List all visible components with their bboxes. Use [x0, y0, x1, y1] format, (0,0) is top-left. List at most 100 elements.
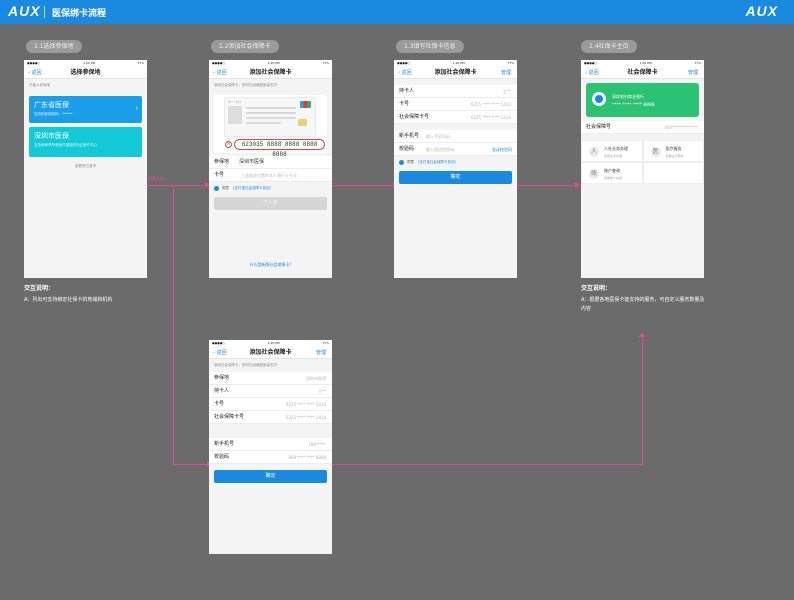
- service-hr[interactable]: 人 人社业务办理 查看业务办理: [581, 140, 643, 162]
- flow-label: 查看选择: [148, 176, 164, 181]
- area-name: 广东省医保: [34, 101, 69, 109]
- agreement-link[interactable]: 《支付宝社会保障卡协议》: [231, 186, 273, 191]
- area-card-guangdong[interactable]: 广东省医保 支持的参保机构：****** ›: [29, 96, 142, 123]
- arrow-up: [639, 332, 645, 337]
- agree-label: 同意: [407, 160, 414, 164]
- signal-icon: ●●●●○: [397, 61, 411, 65]
- confirm-button[interactable]: 确定: [399, 171, 512, 184]
- signal-icon: ●●●●○: [212, 61, 226, 65]
- next-button[interactable]: 下一步: [214, 197, 327, 210]
- area-name: 深圳市医保: [34, 132, 69, 140]
- row-label: 卡号: [214, 172, 225, 178]
- close-icon: ×: [225, 141, 232, 148]
- row-label: 社会保障卡号: [399, 114, 430, 120]
- nav-bar: ‹ 返回 添加社会保障卡: [209, 67, 332, 79]
- manage-button[interactable]: 管理: [316, 347, 326, 359]
- agreement-row[interactable]: 同意 《支付宝社会保障卡协议》: [209, 182, 332, 195]
- row-label: 校验码: [214, 454, 230, 460]
- social-card[interactable]: 深圳农村商业银行 **** **** **** 8888: [586, 83, 699, 117]
- code-input[interactable]: 888 **** **** 8888: [288, 451, 326, 464]
- manage-button[interactable]: 管理: [688, 67, 698, 79]
- send-code-button[interactable]: 发送校验码: [492, 143, 512, 156]
- row-value: 6225 **** **** 1414: [470, 115, 511, 120]
- section-hint: 添加社会保障卡，即可在线缴费医保支付: [214, 83, 277, 87]
- status-bar: ●●●●○ ︎ 1:20 PM 77%: [24, 60, 147, 67]
- row-value: 6225 **** **** 1414: [470, 102, 511, 107]
- row-phone[interactable]: 新手机号 186*****: [209, 438, 332, 451]
- row-social-number: 社会保障卡号 6225 **** **** 1414: [394, 111, 517, 124]
- section-hint: 添加社会保障卡，即可在线缴费医保支付: [214, 363, 277, 367]
- status-time: 1:20 PM: [267, 341, 280, 345]
- screen-select-area: ●●●●○ ︎ 1:20 PM 77% ‹ 返回 选择参保地 已接入参保地 广东…: [24, 60, 147, 278]
- agreement-row[interactable]: 同意 《支付宝社会保障卡协议》: [394, 156, 517, 169]
- nav-bar: ‹ 返回 选择参保地: [24, 67, 147, 79]
- connector-branch-down: [173, 185, 174, 464]
- card-number-input[interactable]: 上面描述位置的本人银行卡卡号: [241, 169, 297, 182]
- note-title: 交互说明：: [24, 285, 55, 292]
- step-label-3: 1.3填写社保卡信息: [396, 40, 464, 53]
- row-code[interactable]: 校验码 输入短信校验码 发送校验码: [394, 143, 517, 156]
- account-icon: 账: [589, 169, 599, 179]
- person-icon: 人: [589, 147, 599, 157]
- status-bar: ●●●●○ 1:20 PM 77%: [394, 60, 517, 67]
- service-subtitle: 查看账户余额: [604, 176, 623, 180]
- service-medical[interactable]: 医 医疗服务 查看医疗服务: [642, 140, 704, 162]
- row-value: 6225 **** **** 1414: [285, 402, 326, 407]
- battery-text: 77%: [507, 61, 514, 65]
- battery-text: 77%: [322, 341, 329, 345]
- row-label: 新手机号: [214, 441, 235, 447]
- nav-title: 添加社会保障卡: [249, 349, 292, 356]
- row-social-number: 社会保障号 440*************: [581, 121, 704, 134]
- faq-link[interactable]: 什么是新版社会保障卡?: [209, 262, 332, 268]
- area-desc: 支持的参保机构：******: [34, 112, 73, 116]
- service-account[interactable]: 账 账户查询 查看账户余额: [581, 162, 643, 184]
- status-time: 1:20 PM: [452, 61, 465, 65]
- aux-logo: AUX: [8, 3, 41, 19]
- card-text-lines: [246, 107, 296, 127]
- row-label: 卡号: [399, 101, 410, 107]
- status-bar: ●●●●○ 1:20 PM 77%: [581, 60, 704, 67]
- row-card-number: 卡号 6225 **** **** 1414: [209, 398, 332, 411]
- nav-bar: ‹ 返回 添加社会保障卡 管理: [209, 347, 332, 359]
- battery-text: 77%: [322, 61, 329, 65]
- row-card-number[interactable]: 卡号 上面描述位置的本人银行卡卡号: [209, 169, 332, 182]
- checkbox-checked-icon[interactable]: [399, 160, 404, 165]
- confirm-button[interactable]: 确定: [214, 470, 327, 483]
- row-label: 持卡人: [214, 388, 230, 394]
- code-input[interactable]: 输入短信校验码: [426, 143, 454, 156]
- nav-title: 添加社会保障卡: [249, 69, 292, 76]
- manage-button[interactable]: 管理: [501, 67, 511, 79]
- connector-up: [642, 336, 643, 465]
- photo-placeholder: [228, 106, 242, 124]
- phone-input[interactable]: 输入手机号码: [426, 130, 450, 143]
- agreement-link[interactable]: 《支付宝社会保障卡协议》: [416, 160, 458, 165]
- note-body: A：根据各地医保卡能支持的服务，可自定义服务数量及内容: [581, 297, 705, 312]
- row-label: 社会保障卡号: [214, 414, 245, 420]
- row-value: 王**: [503, 89, 511, 94]
- nav-title: 社会保障卡: [627, 69, 658, 76]
- card-number-highlight: 623035 8888 8888 8888 8888: [234, 139, 325, 158]
- more-areas-link[interactable]: 查看其它省市: [24, 157, 147, 169]
- row-label: 参保地: [214, 375, 230, 381]
- area-card-shenzhen[interactable]: 深圳市医保 支持深圳市所有医疗保险的社区医疗中心: [29, 127, 142, 157]
- row-value: 王**: [318, 389, 326, 394]
- note-body: A：列出可支持绑定社保卡的地域和机构: [24, 297, 113, 303]
- connector-1-2: [146, 185, 206, 186]
- row-label: 校验码: [399, 146, 415, 152]
- service-subtitle: 查看医疗服务: [665, 154, 684, 158]
- chevron-right-icon: ›: [135, 105, 138, 112]
- page-title: 医保绑卡流程: [52, 9, 107, 19]
- nav-bar: ‹ 返回 添加社会保障卡 管理: [394, 67, 517, 79]
- battery-text: 77%: [137, 61, 144, 65]
- signal-icon: ●●●●○ ︎: [27, 61, 42, 65]
- card-number: **** **** **** 8888: [612, 103, 655, 108]
- row-label: 卡号: [214, 401, 225, 407]
- phone-input[interactable]: 186*****: [308, 438, 326, 451]
- checkbox-checked-icon[interactable]: [214, 186, 219, 191]
- row-phone[interactable]: 新手机号 输入手机号码: [394, 130, 517, 143]
- agree-label: 同意: [222, 186, 229, 190]
- row-code[interactable]: 校验码 888 **** **** 8888: [209, 451, 332, 464]
- row-value: 深圳市医保: [306, 376, 326, 381]
- nav-bar: ‹ 返回 社会保障卡 管理: [581, 67, 704, 79]
